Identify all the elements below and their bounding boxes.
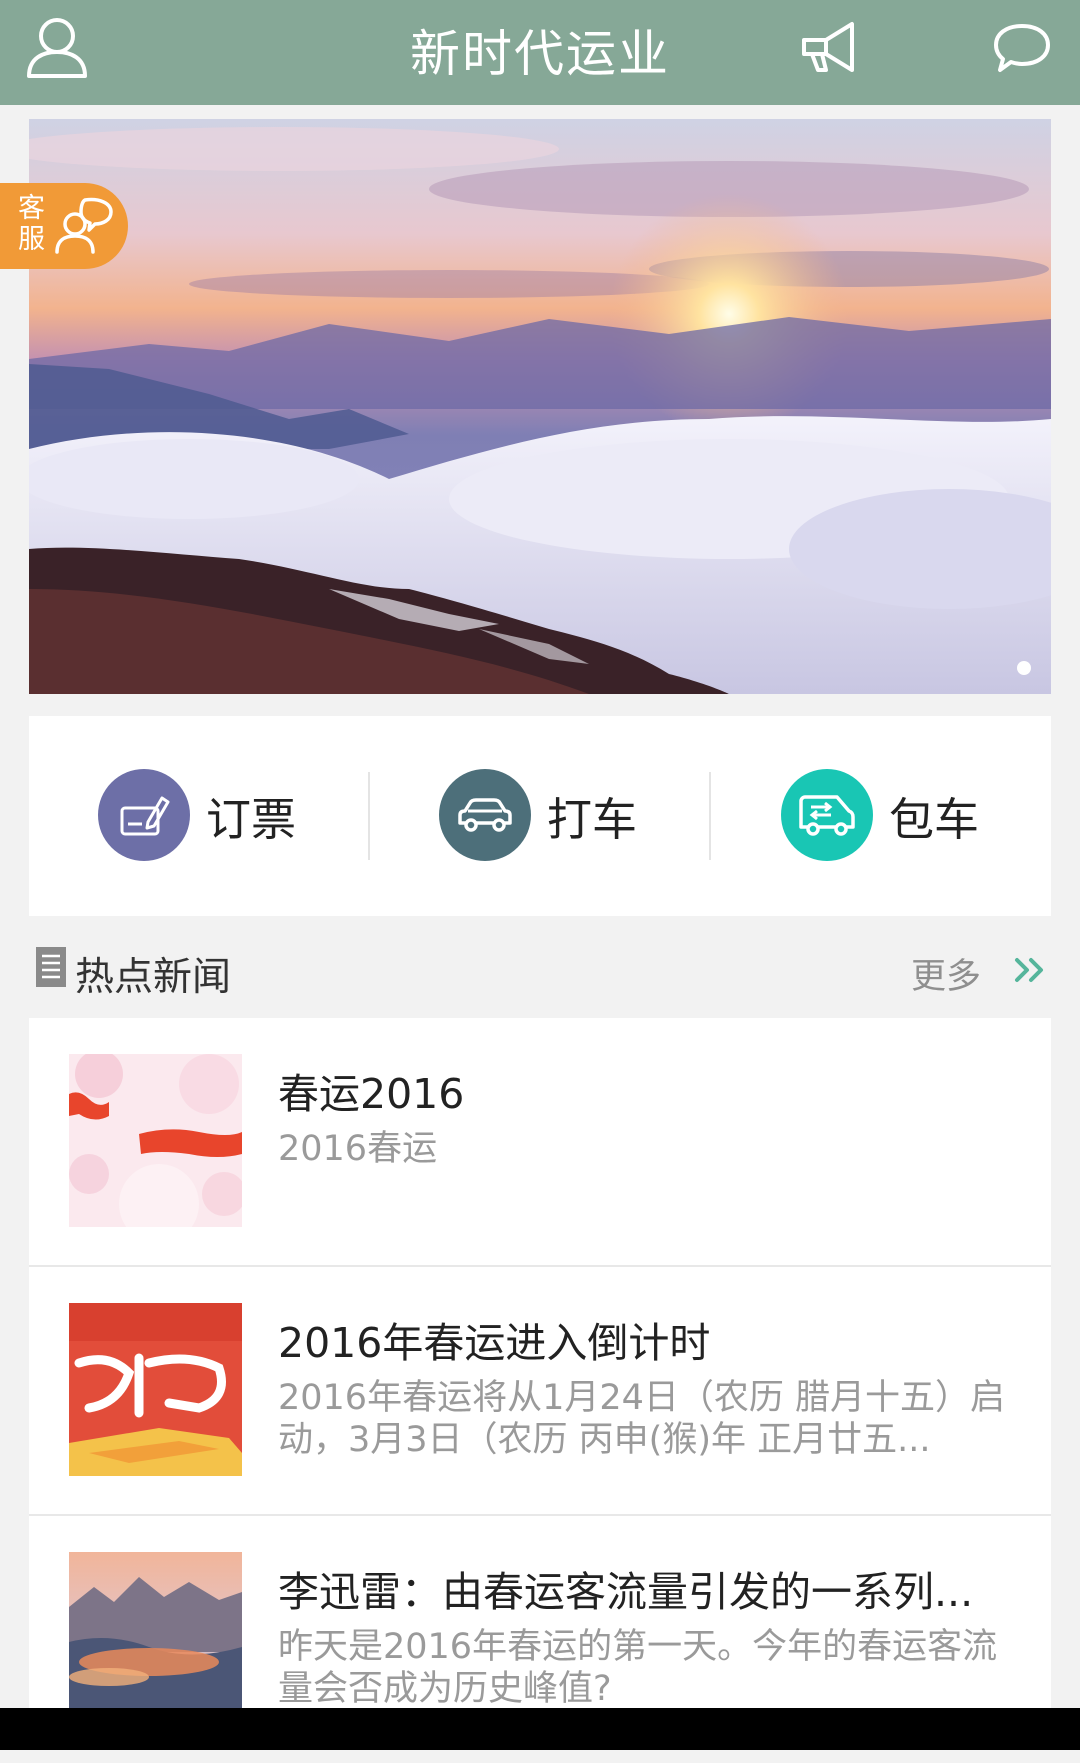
service-charter-label: 包车 bbox=[889, 792, 980, 846]
divider bbox=[709, 772, 711, 860]
news-title: 春运2016 bbox=[278, 1070, 465, 1118]
service-ticket-label: 订票 bbox=[206, 792, 297, 846]
news-thumbnail bbox=[69, 1054, 242, 1227]
megaphone-icon[interactable] bbox=[798, 20, 864, 76]
customer-service-label: 客服 bbox=[18, 193, 45, 255]
service-charter-button[interactable]: 包车 bbox=[781, 769, 979, 861]
news-title: 2016年春运进入倒计时 bbox=[278, 1319, 711, 1367]
news-item[interactable]: 春运2016 2016春运 bbox=[29, 1018, 1051, 1267]
news-section-title: 热点新闻 bbox=[75, 955, 232, 1000]
news-thumbnail bbox=[69, 1552, 242, 1725]
van-icon bbox=[781, 769, 873, 861]
carousel-indicator-dot[interactable] bbox=[1017, 661, 1031, 675]
news-summary: 2016春运 bbox=[278, 1129, 438, 1169]
customer-service-icon bbox=[55, 197, 113, 254]
app-header: 新时代运业 bbox=[0, 0, 1080, 105]
service-panel: 订票 打车 包车 bbox=[29, 716, 1051, 916]
app-title: 新时代运业 bbox=[410, 25, 670, 83]
news-item[interactable]: 2016年春运进入倒计时 2016年春运将从1月24日（农历 腊月十五）启动，3… bbox=[29, 1267, 1051, 1516]
service-ticket-button[interactable]: 订票 bbox=[98, 769, 296, 861]
more-news-link[interactable]: 更多 bbox=[911, 948, 981, 999]
banner-carousel[interactable] bbox=[29, 119, 1051, 694]
car-icon bbox=[439, 769, 531, 861]
news-summary: 昨天是2016年春运的第一天。今年的春运客流量会否成为历史峰值? bbox=[278, 1627, 998, 1709]
news-section-header: 热点新闻 更多 bbox=[33, 940, 1051, 1000]
divider bbox=[368, 772, 370, 860]
service-taxi-button[interactable]: 打车 bbox=[439, 769, 637, 861]
news-title: 李迅雷：由春运客流量引发的一系列... bbox=[278, 1568, 974, 1616]
system-navigation-bar bbox=[0, 1708, 1080, 1750]
service-taxi-label: 打车 bbox=[547, 792, 638, 846]
chat-bubble-icon[interactable] bbox=[992, 22, 1052, 74]
banner-image bbox=[29, 119, 1051, 694]
news-thumbnail bbox=[69, 1303, 242, 1476]
customer-service-button[interactable]: 客服 bbox=[0, 183, 128, 269]
news-summary: 2016年春运将从1月24日（农历 腊月十五）启动，3月3日（农历 丙申(猴)年… bbox=[278, 1378, 1006, 1460]
document-icon bbox=[36, 947, 66, 987]
ticket-pen-icon bbox=[98, 769, 190, 861]
double-chevron-right-icon[interactable] bbox=[1013, 956, 1045, 984]
news-list: 春运2016 2016春运 2016年春运进入倒计时 2016年春运将从1月24… bbox=[29, 1018, 1051, 1725]
